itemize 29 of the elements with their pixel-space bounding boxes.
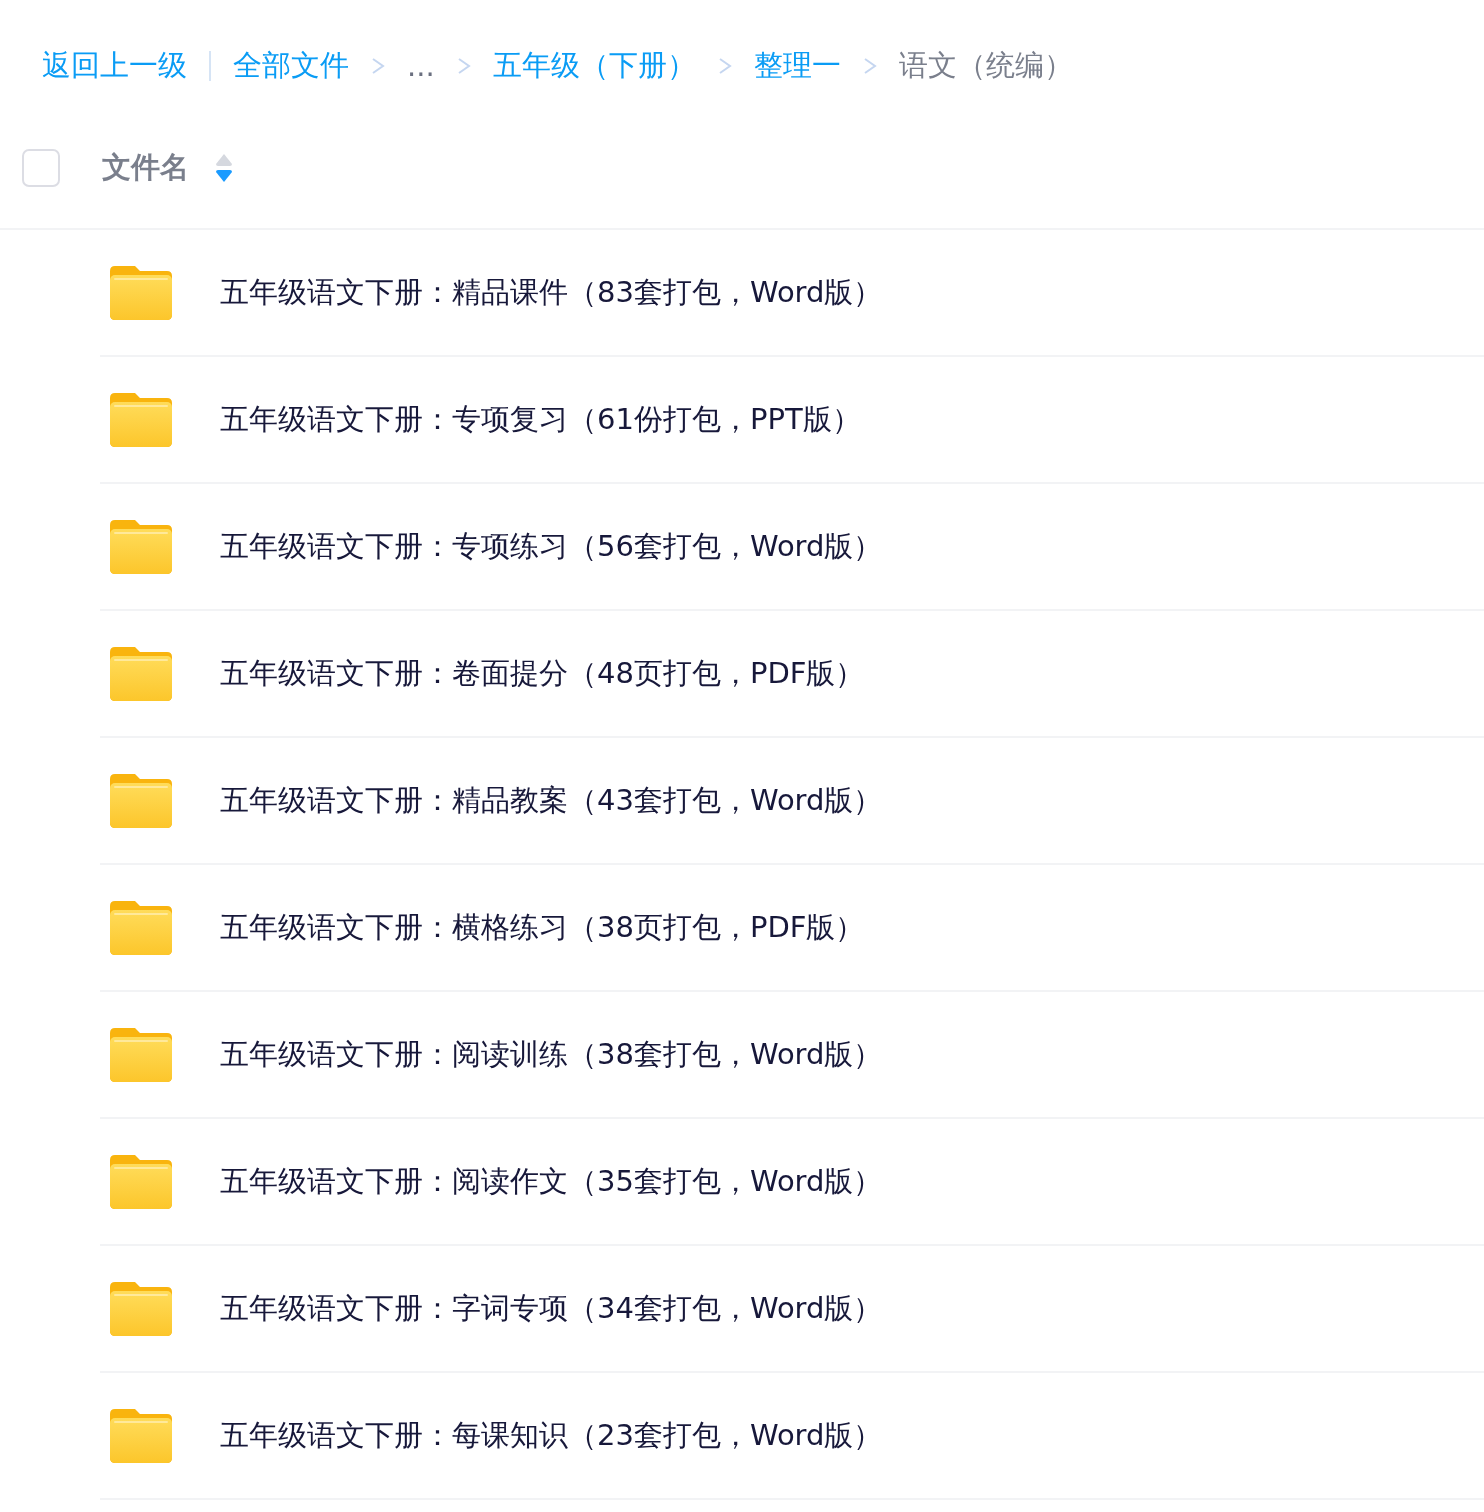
file-name[interactable]: 五年级语文下册：横格练习（38页打包，PDF版） (220, 907, 865, 948)
chevron-icon (371, 56, 385, 76)
chevron-icon (717, 56, 732, 76)
sort-icon[interactable] (215, 153, 233, 183)
file-name[interactable]: 五年级语文下册：精品教案（43套打包，Word版） (220, 780, 883, 821)
folder-icon (110, 1281, 172, 1336)
column-header[interactable]: 文件名 (102, 148, 189, 188)
select-all-checkbox[interactable] (22, 149, 60, 187)
file-name[interactable]: 五年级语文下册：专项练习（56套打包，Word版） (220, 526, 883, 567)
breadcrumb-ellipsis[interactable]: ... (407, 49, 435, 83)
breadcrumb-current: 语文（统编） (898, 47, 1073, 84)
file-name[interactable]: 五年级语文下册：阅读训练（38套打包，Word版） (220, 1034, 883, 1075)
folder-icon (110, 265, 172, 320)
chevron-icon (862, 56, 877, 76)
file-name[interactable]: 五年级语文下册：每课知识（23套打包，Word版） (220, 1415, 883, 1456)
file-name[interactable]: 五年级语文下册：精品课件（83套打包，Word版） (220, 272, 883, 313)
file-name[interactable]: 五年级语文下册：卷面提分（48页打包，PDF版） (220, 653, 865, 694)
folder-icon (110, 392, 172, 447)
folder-icon (110, 646, 172, 701)
file-name[interactable]: 五年级语文下册：字词专项（34套打包，Word版） (220, 1288, 883, 1329)
file-name[interactable]: 五年级语文下册：阅读作文（35套打包，Word版） (220, 1161, 883, 1202)
folder-icon (110, 773, 172, 828)
file-name[interactable]: 五年级语文下册：专项复习（61份打包，PPT版） (220, 399, 861, 440)
folder-icon (110, 1408, 172, 1463)
chevron-icon (456, 56, 471, 76)
folder-icon (110, 900, 172, 955)
folder-icon (110, 519, 172, 574)
folder-icon (110, 1027, 172, 1082)
folder-icon (110, 1154, 172, 1209)
